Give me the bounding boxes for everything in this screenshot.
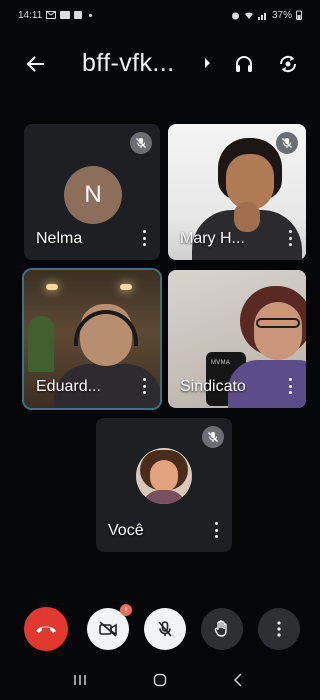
- participant-name: Nelma: [36, 230, 83, 247]
- home-button[interactable]: [153, 673, 167, 692]
- mic-toggle-button[interactable]: [144, 608, 186, 650]
- battery-percent: 37%: [271, 9, 292, 21]
- participant-options-button[interactable]: [284, 378, 296, 394]
- status-right: 37%: [231, 10, 302, 21]
- avatar: [136, 448, 192, 504]
- camera-warning-badge: !: [120, 604, 132, 616]
- mic-off-icon: [158, 621, 172, 637]
- mic-off-icon: [136, 138, 146, 148]
- switch-camera-button[interactable]: [274, 50, 302, 78]
- headphones-icon: [236, 56, 252, 72]
- switch-camera-icon: [279, 55, 297, 73]
- call-appbar: bff-vfk...: [0, 38, 316, 90]
- status-bar: 14:11 37%: [0, 0, 316, 30]
- gallery-notification-icon: [74, 11, 83, 19]
- participant-options-button[interactable]: [210, 522, 222, 538]
- hang-up-icon: [36, 626, 56, 633]
- recent-apps-icon: [74, 675, 86, 685]
- more-notifications-dot-icon: [89, 13, 93, 17]
- status-time: 14:11: [18, 9, 43, 21]
- camera-off-icon: [99, 621, 117, 637]
- participant-options-button[interactable]: [138, 230, 150, 246]
- mic-off-icon: [208, 432, 218, 442]
- participant-options-button[interactable]: [138, 378, 150, 394]
- camera-toggle-button[interactable]: !: [87, 604, 132, 650]
- home-icon: [153, 673, 167, 686]
- caret-right-icon[interactable]: [205, 58, 210, 68]
- system-navigation-bar: [0, 664, 316, 700]
- mic-off-icon: [282, 138, 292, 148]
- back-arrow-icon: [27, 56, 44, 72]
- more-options-button[interactable]: [258, 608, 300, 650]
- audio-output-button[interactable]: [230, 50, 258, 78]
- avatar-initial: N: [84, 181, 102, 208]
- avatar: N: [64, 166, 122, 224]
- meeting-code-title[interactable]: bff-vfk...: [82, 49, 174, 78]
- nav-back-icon: [233, 672, 242, 687]
- back-button[interactable]: [22, 50, 50, 78]
- mic-muted-badge: [130, 132, 152, 154]
- participant-options-button[interactable]: [284, 230, 296, 246]
- participant-tile-eduardo[interactable]: Eduard...: [22, 268, 162, 410]
- gmail-notification-icon: [46, 11, 57, 19]
- nav-back-button[interactable]: [233, 672, 243, 692]
- mic-muted-badge: [276, 132, 298, 154]
- participant-name: Mary H...: [180, 230, 245, 247]
- alarm-icon: [231, 12, 239, 19]
- notification-icon: [60, 11, 71, 19]
- end-call-button[interactable]: [24, 607, 68, 651]
- participant-tile-mary[interactable]: Mary H...: [168, 124, 306, 260]
- participant-tile-nelma[interactable]: N Nelma: [24, 124, 160, 260]
- participant-name: Eduard...: [36, 378, 101, 395]
- participant-name: Você: [108, 522, 144, 539]
- participant-tile-sindicato[interactable]: MVMA Sindicato: [168, 270, 306, 408]
- participant-name: Sindicato: [180, 378, 246, 395]
- status-left: 14:11: [18, 9, 93, 21]
- battery-icon: [296, 10, 302, 20]
- signal-icon: [257, 12, 266, 20]
- call-controls: !: [0, 600, 316, 656]
- raise-hand-icon: [214, 620, 227, 637]
- more-vert-icon: [277, 621, 281, 637]
- self-view-tile[interactable]: Você: [96, 418, 232, 552]
- raise-hand-button[interactable]: [201, 608, 243, 650]
- recent-apps-button[interactable]: [73, 673, 87, 691]
- mic-muted-badge: [202, 426, 224, 448]
- chair-brand-label: MVMA: [211, 360, 231, 366]
- wifi-icon: [244, 11, 253, 19]
